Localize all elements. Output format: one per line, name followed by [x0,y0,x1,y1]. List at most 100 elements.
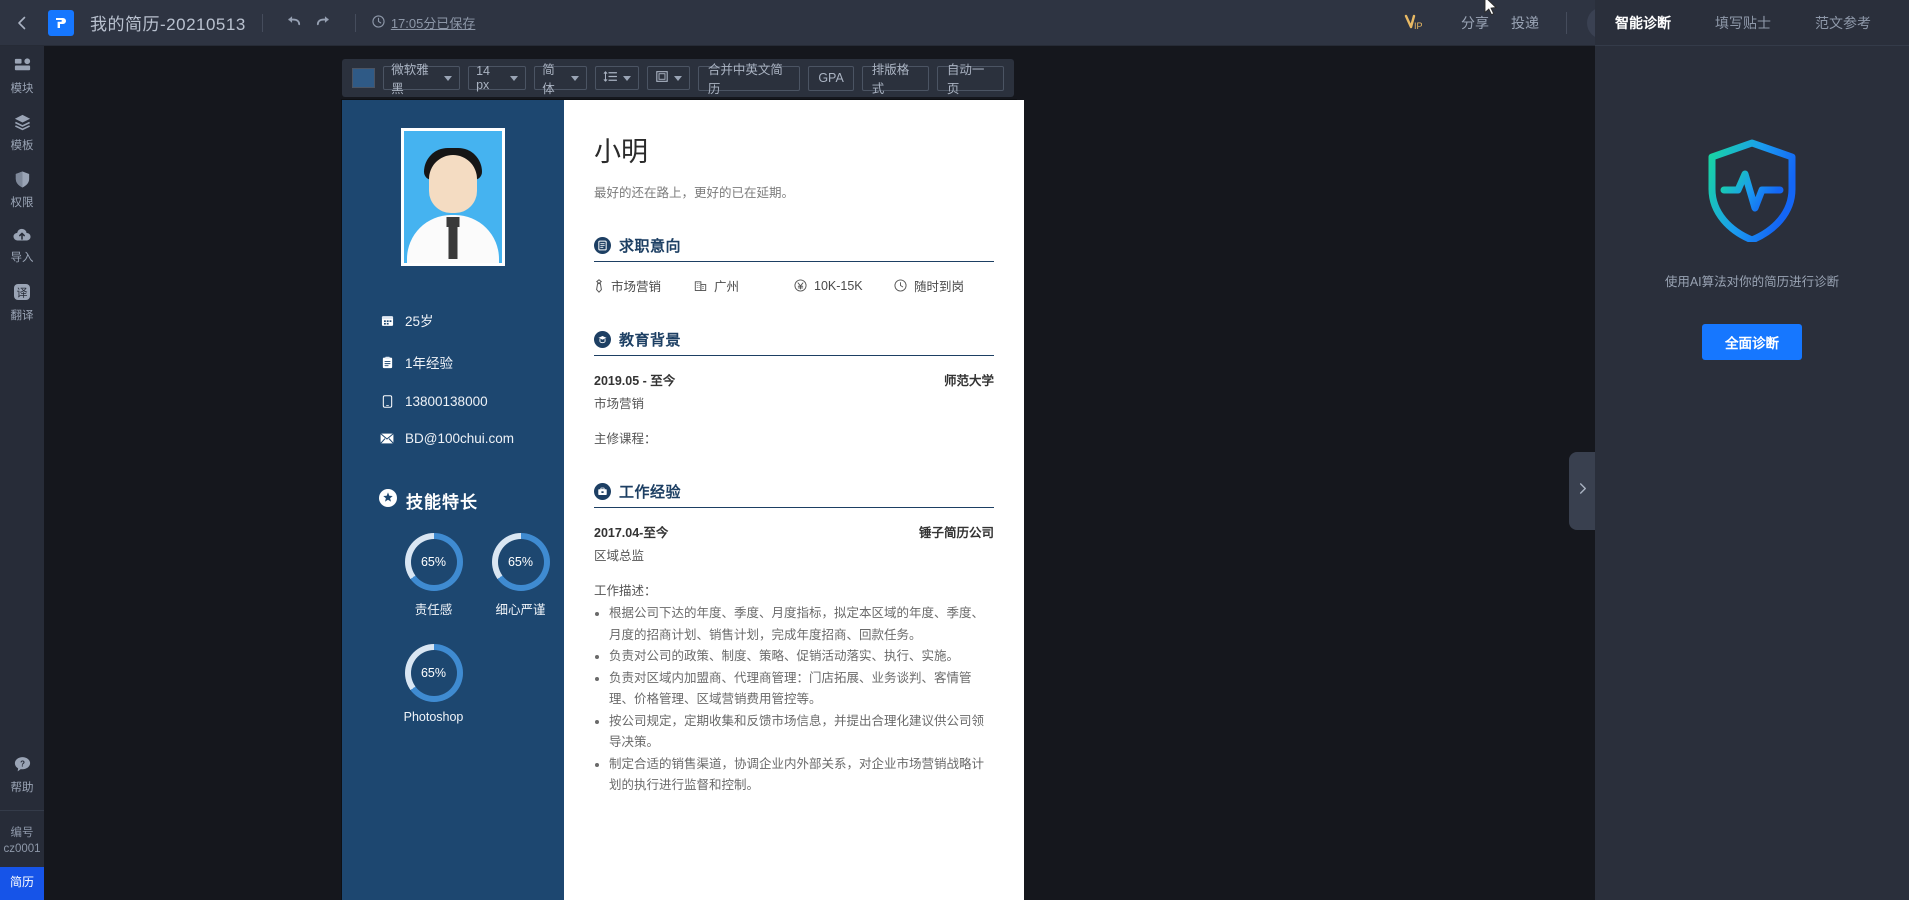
back-button[interactable] [0,0,44,46]
basic-info-list: 25岁 1年经验 13800138000 BD@100chui.com [380,310,564,446]
clock-icon [894,279,907,292]
photo-tie [448,225,458,259]
skill-name: 责任感 [414,603,453,617]
vip-badge-icon[interactable]: IP [1402,12,1432,34]
editor-canvas: 微软雅黑 14 px 简体 合并中英文简历 GPA 排版格式 自动一页 25岁 … [44,46,1595,900]
right-panel: 智能诊断 填写贴士 范文参考 使用AI算法对你的简历进行诊断 全面诊断 [1595,0,1909,900]
basic-info-age[interactable]: 25岁 [380,310,564,330]
profile-photo-image [404,131,502,263]
section-education: 教育背景 2019.05 - 至今 师范大学 市场营销 主修课程： [594,329,994,447]
mouse-cursor-icon [1483,0,1499,21]
format-toolbar: 微软雅黑 14 px 简体 合并中英文简历 GPA 排版格式 自动一页 [342,59,1014,97]
left-rail: 模块 模板 权限 导入 译 翻译 ? 帮助 编号 cz0001 简历 [0,46,44,900]
chevron-left-icon [14,15,30,31]
rail-label-templates: 模板 [10,139,34,152]
rail-item-translate[interactable]: 译 翻译 [0,272,44,330]
skill-percent: 65% [420,555,447,569]
skill-rings: 65% 责任感 65% 细心严谨 65% Photoshop [390,533,564,750]
resume-name[interactable]: 小明 [594,130,994,169]
skill-progress-ring: 65% [491,533,550,591]
skill-name: Photoshop [403,710,464,724]
skills-title: 技能特长 [406,493,478,512]
document-title[interactable]: 我的简历-20210513 [90,10,246,35]
save-status-text: 17:05分已保存 [390,16,476,31]
font-style-select[interactable]: 简体 [534,63,587,96]
job-intent-city[interactable]: 广州 [694,276,794,295]
rail-label-translate: 翻译 [10,310,34,323]
list-item: 负责对区域内加盟商、代理商管理：门店拓展、业务谈判、客情管理、价格管理、区域营销… [609,668,994,711]
layout-format-button[interactable]: 排版格式 [861,63,929,96]
basic-info-phone[interactable]: 13800138000 [380,394,564,409]
basic-info-email[interactable]: BD@100chui.com [380,431,564,446]
basic-info-age-text: 25岁 [405,314,434,329]
basic-info-experience-text: 1年经验 [405,356,454,371]
merge-bilingual-button[interactable]: 合并中英文简历 [697,63,801,96]
rail-item-help[interactable]: ? 帮助 [0,745,44,802]
calendar-icon [380,314,394,327]
tab-writing-tips[interactable]: 填写贴士 [1715,13,1771,33]
profile-photo[interactable] [401,128,505,266]
text-color-swatch[interactable] [352,68,376,88]
job-intent-availability-text: 随时到岗 [914,280,965,294]
save-status[interactable]: 17:05分已保存 [372,13,476,32]
chevron-down-icon [444,75,453,81]
rail-item-import[interactable]: 导入 [0,216,44,272]
clock-icon [372,14,385,31]
skill-item[interactable]: 65% Photoshop [390,644,477,724]
chevron-down-icon [673,75,682,81]
resume-paper[interactable]: 25岁 1年经验 13800138000 BD@100chui.com 技能特长… [342,100,1024,900]
tab-smart-diagnosis[interactable]: 智能诊断 [1615,13,1671,33]
resume-code-value: cz0001 [3,842,41,855]
font-size-select[interactable]: 14 px [468,64,527,92]
experience-entry[interactable]: 2017.04-至今 锤子简历公司 区域总监 工作描述： 根据公司下达的年度、季… [594,522,994,797]
font-size-value: 14 px [476,64,490,92]
section-heading: 求职意向 [594,235,994,262]
mail-icon [380,433,394,444]
skill-item[interactable]: 65% 细心严谨 [477,533,564,618]
section-title: 求职意向 [619,238,682,255]
skills-heading: 技能特长 [378,488,564,513]
line-height-select[interactable] [594,66,639,90]
job-intent-position[interactable]: 市场营销 [594,276,694,295]
skill-percent: 65% [420,666,447,680]
job-intent-salary[interactable]: 10K-15K [794,276,894,295]
tab-sample-reference[interactable]: 范文参考 [1815,13,1871,33]
app-logo-icon[interactable] [48,9,74,36]
resume-sidebar: 25岁 1年经验 13800138000 BD@100chui.com 技能特长… [342,100,564,900]
full-diagnosis-button[interactable]: 全面诊断 [1702,324,1802,360]
job-intent-salary-text: 10K-15K [814,278,863,293]
experience-role: 区域总监 [594,549,645,563]
list-item: 按公司规定，定期收集和反馈市场信息，并提出合理化建议供公司领导决策。 [609,711,994,754]
skill-item[interactable]: 65% 责任感 [390,533,477,618]
layers-icon [13,113,32,137]
translate-icon: 译 [12,282,32,307]
auto-one-page-button[interactable]: 自动一页 [936,63,1005,96]
modules-icon [13,56,32,80]
resume-slogan[interactable]: 最好的还在路上，更好的已在延期。 [594,182,994,201]
list-item: 负责对公司的政策、制度、策略、促销活动落实、执行、实施。 [609,646,994,668]
experience-company: 锤子简历公司 [918,526,994,540]
panel-collapse-handle[interactable] [1569,452,1595,530]
redo-button[interactable] [309,8,339,38]
undo-button[interactable] [279,8,309,38]
education-entry[interactable]: 2019.05 - 至今 师范大学 市场营销 主修课程： [594,370,994,447]
border-select[interactable] [646,66,690,90]
font-style-value: 简体 [542,63,555,96]
svg-text:?: ? [20,759,25,768]
experience-desc-label: 工作描述： [594,584,657,598]
rail-divider [0,809,44,811]
skills-section: 技能特长 65% 责任感 65% 细心严谨 65% Photoshop [342,488,564,750]
rail-item-templates[interactable]: 模板 [0,103,44,160]
rail-item-permissions[interactable]: 权限 [0,160,44,217]
rail-item-modules[interactable]: 模块 [0,46,44,103]
font-family-select[interactable]: 微软雅黑 [383,63,461,96]
job-intent-availability[interactable]: 随时到岗 [894,276,994,295]
submit-button[interactable]: 投递 [1511,13,1539,33]
photo-tie-knot [446,217,460,227]
gpa-button[interactable]: GPA [808,65,854,91]
experience-entry-top: 2017.04-至今 锤子简历公司 [594,522,994,541]
basic-info-experience[interactable]: 1年经验 [380,352,564,372]
rail-item-resume[interactable]: 简历 [0,867,44,900]
undo-icon [284,11,303,35]
briefcase-icon [594,483,611,500]
